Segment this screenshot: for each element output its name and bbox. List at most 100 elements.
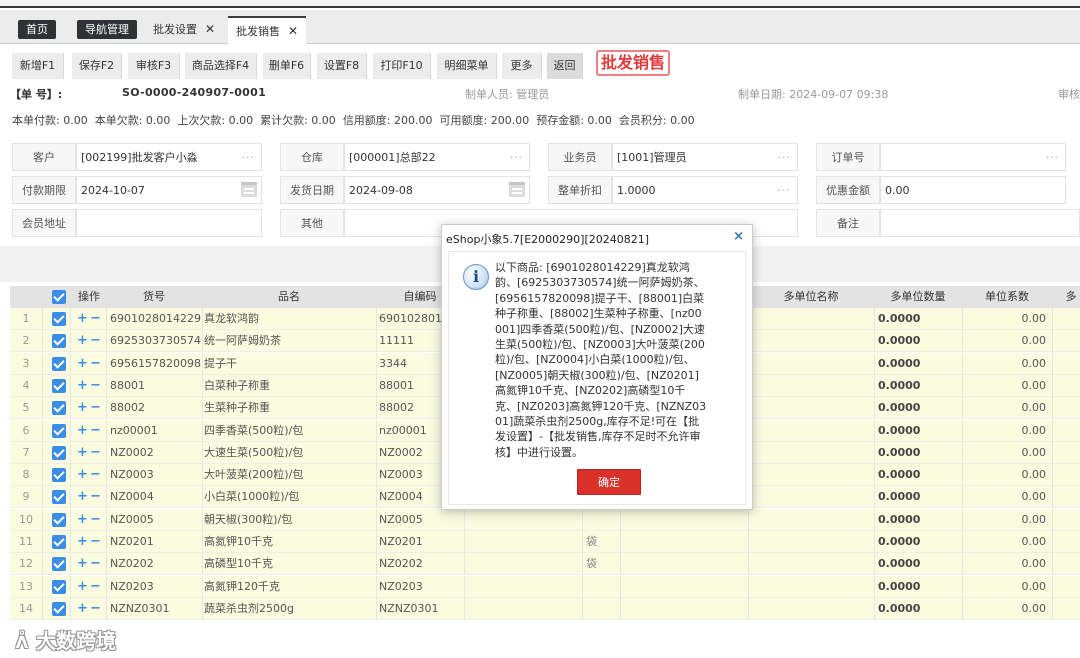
- row-checkbox[interactable]: [52, 535, 66, 549]
- more-button[interactable]: 更多: [502, 53, 542, 79]
- row-checkbox[interactable]: [52, 445, 66, 460]
- save-button[interactable]: 保存F2: [72, 53, 122, 79]
- row-checkbox[interactable]: [52, 512, 66, 527]
- warehouse-field[interactable]: [000001]总部22 ···: [344, 143, 530, 171]
- close-icon[interactable]: ×: [733, 229, 744, 244]
- grid-divider: [1052, 330, 1053, 353]
- table-row[interactable]: + − 13 NZ0203 高氮钾120千克 NZ0203 0.0000 0.00: [10, 575, 1080, 598]
- add-row-icon[interactable]: +: [77, 353, 88, 375]
- remove-row-icon[interactable]: −: [90, 308, 101, 330]
- row-checkbox[interactable]: [52, 579, 66, 594]
- tab-home[interactable]: 首页: [18, 20, 56, 39]
- row-checkbox[interactable]: [52, 423, 66, 438]
- remove-row-icon[interactable]: −: [90, 576, 101, 598]
- close-icon[interactable]: ✕: [288, 24, 298, 38]
- header-unit-factor[interactable]: 单位系数: [962, 286, 1052, 308]
- member-address-field[interactable]: [76, 209, 262, 237]
- detail-menu-button[interactable]: 明细菜单: [437, 53, 497, 79]
- more-icon[interactable]: ···: [1046, 144, 1060, 170]
- row-selfcode: NZ0202: [379, 557, 423, 571]
- tab-nav-manage[interactable]: 导航管理: [77, 20, 137, 39]
- row-checkbox[interactable]: [52, 334, 66, 349]
- table-row[interactable]: + − 12 NZ0202 高磷型10千克 NZ0202 袋 0.0000 0.00: [10, 553, 1080, 576]
- close-icon[interactable]: ✕: [205, 22, 215, 36]
- grid-divider: [582, 553, 583, 576]
- grid-divider: [202, 508, 203, 531]
- grid-divider: [1052, 597, 1053, 620]
- more-icon[interactable]: ···: [510, 144, 524, 170]
- grid-divider: [874, 441, 875, 464]
- more-icon[interactable]: ···: [778, 144, 792, 170]
- row-checkbox[interactable]: [52, 312, 66, 326]
- remove-row-icon[interactable]: −: [90, 353, 101, 375]
- remove-row-icon[interactable]: −: [90, 486, 101, 508]
- salesman-field[interactable]: [1001]管理员 ···: [612, 143, 798, 171]
- remove-row-icon[interactable]: −: [90, 375, 101, 397]
- add-row-icon[interactable]: +: [77, 397, 88, 419]
- header-name[interactable]: 品名: [202, 286, 376, 308]
- add-row-icon[interactable]: +: [77, 509, 88, 531]
- calendar-icon[interactable]: [509, 182, 525, 197]
- table-row[interactable]: + − 14 NZNZ0301 蔬菜杀虫剂2500g NZNZ0301 0.0000 0.00: [10, 597, 1080, 620]
- header-more[interactable]: 多: [1062, 286, 1080, 308]
- row-checkbox[interactable]: [52, 601, 66, 616]
- add-row-icon[interactable]: +: [77, 486, 88, 508]
- delete-order-button[interactable]: 删单F6: [263, 53, 311, 79]
- add-row-icon[interactable]: +: [77, 576, 88, 598]
- add-row-icon[interactable]: +: [77, 531, 88, 553]
- remove-row-icon[interactable]: −: [90, 397, 101, 419]
- remove-row-icon[interactable]: −: [90, 442, 101, 464]
- row-checkbox[interactable]: [52, 490, 66, 505]
- order-no-field[interactable]: ···: [880, 143, 1066, 171]
- table-row[interactable]: + − 10 NZ0005 朝天椒(300粒)/包 NZ0005 0.0000 0.00: [10, 508, 1080, 531]
- back-button[interactable]: 返回: [547, 53, 583, 79]
- more-icon[interactable]: ···: [778, 177, 792, 203]
- row-checkbox[interactable]: [52, 378, 66, 393]
- row-checkbox[interactable]: [52, 557, 66, 572]
- add-row-icon[interactable]: +: [77, 598, 88, 620]
- grid-divider: [620, 508, 621, 531]
- select-all-checkbox[interactable]: [52, 290, 66, 304]
- audit-button[interactable]: 审核F3: [128, 53, 180, 79]
- remove-row-icon[interactable]: −: [90, 420, 101, 442]
- ok-button[interactable]: 确定: [577, 469, 641, 495]
- add-row-icon[interactable]: +: [77, 464, 88, 486]
- grid-divider: [70, 352, 71, 375]
- remove-row-icon[interactable]: −: [90, 330, 101, 352]
- tab-wholesale-sales[interactable]: 批发销售 ✕: [228, 16, 307, 44]
- add-row-icon[interactable]: +: [77, 308, 88, 330]
- grid-divider: [1052, 508, 1053, 531]
- header-multiunit-name[interactable]: 多单位名称: [748, 286, 874, 308]
- calendar-icon[interactable]: [241, 182, 257, 197]
- add-row-icon[interactable]: +: [77, 442, 88, 464]
- print-button[interactable]: 打印F10: [373, 53, 431, 79]
- remove-row-icon[interactable]: −: [90, 509, 101, 531]
- header-multiunit-qty[interactable]: 多单位数量: [874, 286, 962, 308]
- pay-due-field[interactable]: 2024-10-07: [76, 176, 262, 204]
- offer-amount-field[interactable]: 0.00: [880, 176, 1066, 204]
- discount-field[interactable]: 1.0000 ···: [612, 176, 798, 204]
- header-code[interactable]: 货号: [106, 286, 202, 308]
- table-row[interactable]: + − 11 NZ0201 高氮钾10千克 NZ0201 袋 0.0000 0.00: [10, 531, 1080, 553]
- remove-row-icon[interactable]: −: [90, 553, 101, 575]
- row-multiunit-qty: 0.0000: [878, 557, 921, 571]
- settings-button[interactable]: 设置F8: [317, 53, 367, 79]
- order-no-label: 订单号: [816, 143, 880, 171]
- remove-row-icon[interactable]: −: [90, 531, 101, 553]
- select-goods-button[interactable]: 商品选择F4: [185, 53, 257, 79]
- remove-row-icon[interactable]: −: [90, 464, 101, 486]
- customer-field[interactable]: [002199]批发客户小淼 ···: [76, 143, 262, 171]
- ship-date-field[interactable]: 2024-09-08: [344, 176, 530, 204]
- add-row-icon[interactable]: +: [77, 420, 88, 442]
- remove-row-icon[interactable]: −: [90, 598, 101, 620]
- add-row-icon[interactable]: +: [77, 375, 88, 397]
- tab-wholesale-settings[interactable]: 批发设置 ✕: [145, 19, 223, 39]
- more-icon[interactable]: ···: [242, 144, 256, 170]
- add-row-icon[interactable]: +: [77, 330, 88, 352]
- row-checkbox[interactable]: [52, 468, 66, 483]
- row-checkbox[interactable]: [52, 356, 66, 371]
- add-row-icon[interactable]: +: [77, 553, 88, 575]
- new-button[interactable]: 新增F1: [12, 53, 64, 79]
- row-checkbox[interactable]: [52, 401, 66, 416]
- remark-field[interactable]: [880, 209, 1080, 237]
